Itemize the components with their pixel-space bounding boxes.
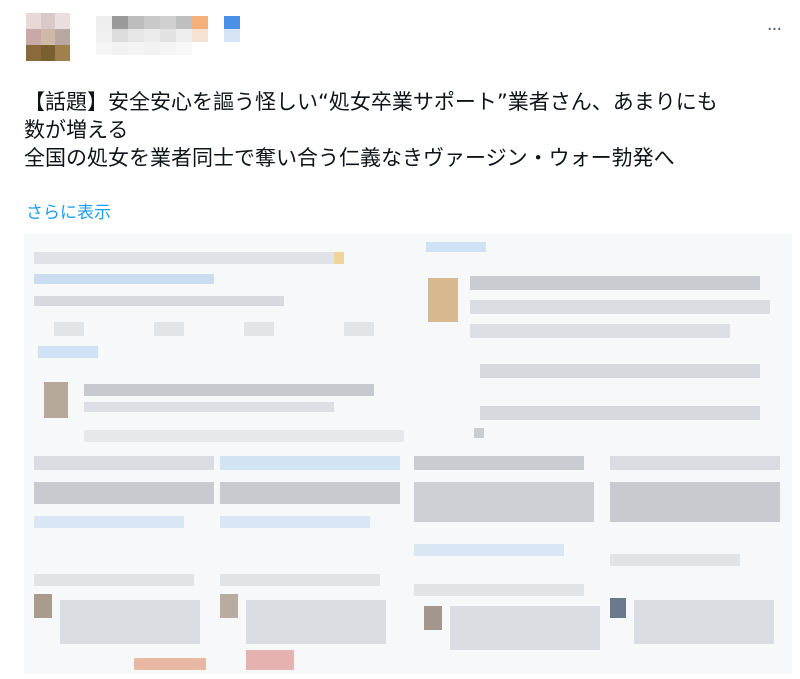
post-text-line: 【話題】安全安心を謳う怪しい“処女卒業サポート”業者さん、あまりにも: [24, 90, 718, 114]
post: ··· 【話題】安全安心を謳う怪しい“処女卒業サポート”業者さん、あまりにも 数…: [0, 0, 800, 679]
post-text: 【話題】安全安心を謳う怪しい“処女卒業サポート”業者さん、あまりにも 数が増える…: [24, 88, 784, 172]
avatar[interactable]: [26, 13, 70, 61]
author-name-blurred[interactable]: [96, 16, 256, 56]
more-options-button[interactable]: ···: [760, 16, 788, 44]
show-more-link[interactable]: さらに表示: [26, 198, 111, 223]
attached-image-blurred[interactable]: [24, 234, 792, 674]
post-text-line: 全国の処女を業者同士で奪い合う仁義なきヴァージン・ウォー勃発へ: [24, 146, 675, 170]
post-text-line: 数が増える: [24, 118, 129, 142]
more-horizontal-icon: ···: [766, 19, 782, 40]
